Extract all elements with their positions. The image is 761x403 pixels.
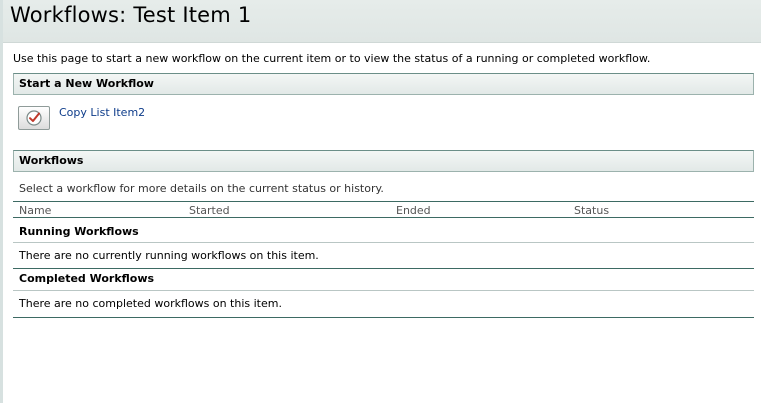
divider bbox=[13, 290, 754, 291]
workflows-instructions: Select a workflow for more details on th… bbox=[19, 182, 384, 195]
column-header-name[interactable]: Name bbox=[19, 204, 51, 217]
running-workflows-empty-message: There are no currently running workflows… bbox=[19, 249, 319, 262]
page-title: Workflows: Test Item 1 bbox=[10, 3, 252, 27]
workflows-page: Workflows: Test Item 1 Use this page to … bbox=[0, 0, 761, 403]
divider bbox=[13, 317, 754, 318]
start-workflow-button[interactable] bbox=[18, 106, 50, 130]
start-workflow-header: Start a New Workflow bbox=[13, 73, 754, 95]
running-workflows-title: Running Workflows bbox=[19, 225, 139, 238]
intro-text: Use this page to start a new workflow on… bbox=[13, 52, 651, 65]
divider bbox=[13, 268, 754, 269]
workflows-table-header: Name Started Ended Status bbox=[13, 201, 754, 218]
title-bar: Workflows: Test Item 1 bbox=[3, 0, 761, 43]
workflow-checkmark-icon bbox=[26, 110, 42, 126]
divider bbox=[13, 242, 754, 243]
column-header-ended[interactable]: Ended bbox=[396, 204, 431, 217]
completed-workflows-empty-message: There are no completed workflows on this… bbox=[19, 297, 282, 310]
workflows-header: Workflows bbox=[13, 150, 754, 172]
workflow-link-copy-list-item2[interactable]: Copy List Item2 bbox=[59, 106, 145, 119]
completed-workflows-title: Completed Workflows bbox=[19, 272, 155, 285]
column-header-started[interactable]: Started bbox=[189, 204, 230, 217]
column-header-status[interactable]: Status bbox=[574, 204, 609, 217]
